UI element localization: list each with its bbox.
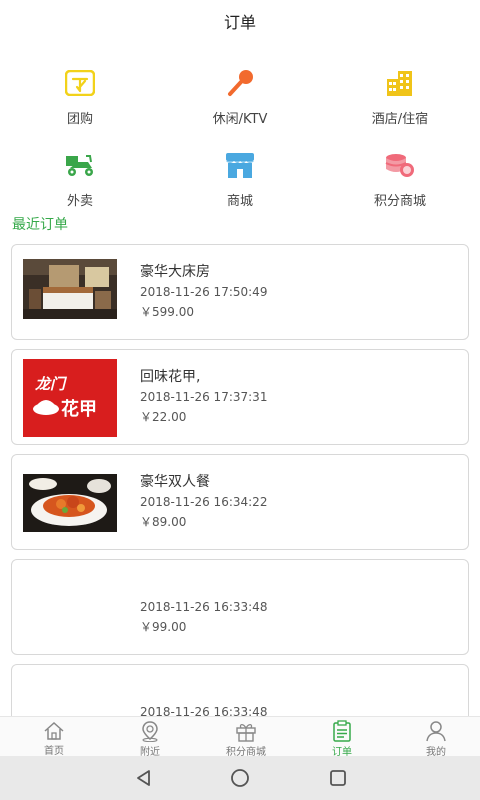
order-name xyxy=(140,576,267,596)
category-label: 休闲/KTV xyxy=(212,112,268,127)
tab-points-mall[interactable]: 积分商城 xyxy=(198,717,294,758)
category-shop[interactable]: 商城 xyxy=(160,148,320,218)
user-icon xyxy=(424,720,448,742)
category-label: 商城 xyxy=(226,194,253,209)
microphone-icon xyxy=(223,66,257,100)
order-name: 豪华双人餐 xyxy=(140,474,210,490)
points-coins-icon xyxy=(383,148,417,182)
category-hotel[interactable]: 酒店/住宿 xyxy=(320,66,480,136)
shop-icon xyxy=(223,148,257,182)
logo-text-bottom: 花甲 xyxy=(61,399,97,420)
category-ktv[interactable]: 休闲/KTV xyxy=(160,66,320,136)
tab-home[interactable]: 首页 xyxy=(6,717,102,757)
tab-nearby[interactable]: 附近 xyxy=(102,717,198,758)
tab-mine[interactable]: 我的 xyxy=(388,717,480,758)
home-circle-icon[interactable] xyxy=(228,766,252,790)
category-delivery[interactable]: 外卖 xyxy=(0,148,160,218)
tab-label: 首页 xyxy=(44,746,64,757)
order-card[interactable]: 豪华大床房 2018-11-26 17:50:49 ￥599.00 xyxy=(11,244,469,340)
category-label: 团购 xyxy=(66,112,93,127)
clipboard-icon xyxy=(330,720,354,742)
order-card[interactable]: 2018-11-26 16:33:48 xyxy=(11,664,469,716)
category-label: 外卖 xyxy=(66,194,93,209)
order-price: ￥99.00 xyxy=(140,620,187,634)
category-points-mall[interactable]: 积分商城 xyxy=(320,148,480,218)
group-buy-icon xyxy=(63,66,97,100)
category-label: 酒店/住宿 xyxy=(371,112,429,127)
order-name xyxy=(140,681,267,701)
order-card[interactable]: 龙门 花甲 回味花甲, 2018-11-26 17:37:31 ￥22.00 xyxy=(11,349,469,445)
back-icon[interactable] xyxy=(132,766,156,790)
order-list[interactable]: 豪华大床房 2018-11-26 17:50:49 ￥599.00 龙门 花甲 … xyxy=(11,244,469,716)
order-time: 2018-11-26 17:50:49 xyxy=(140,285,268,299)
tab-orders[interactable]: 订单 xyxy=(294,717,390,758)
order-time: 2018-11-26 16:34:22 xyxy=(140,495,268,509)
order-time: 2018-11-26 16:33:48 xyxy=(140,705,268,716)
location-icon xyxy=(138,720,162,742)
bottom-tab-bar: 首页 附近 积分商城 订单 我的 xyxy=(0,716,480,758)
order-price: ￥599.00 xyxy=(140,305,194,319)
gift-icon xyxy=(234,720,258,742)
food-plate-photo xyxy=(23,474,117,532)
order-card[interactable]: 2018-11-26 16:33:48 ￥99.00 xyxy=(11,559,469,655)
order-name: 回味花甲, xyxy=(140,369,201,385)
home-icon xyxy=(42,720,66,741)
system-navigation-bar xyxy=(0,756,480,800)
page-title: 订单 xyxy=(223,13,256,32)
section-title-recent-orders: 最近订单 xyxy=(12,217,68,233)
category-label: 积分商城 xyxy=(373,194,426,209)
order-time: 2018-11-26 17:37:31 xyxy=(140,390,268,404)
title-bar: 订单 xyxy=(0,0,480,42)
order-name: 豪华大床房 xyxy=(140,264,210,280)
hotel-room-photo xyxy=(23,259,117,319)
recent-apps-icon[interactable] xyxy=(326,766,350,790)
hotel-buildings-icon xyxy=(383,66,417,100)
category-group-buy[interactable]: 团购 xyxy=(0,66,160,136)
longmen-huajia-logo: 龙门 花甲 xyxy=(23,359,117,437)
delivery-scooter-icon xyxy=(63,148,97,182)
order-time: 2018-11-26 16:33:48 xyxy=(140,600,268,614)
order-price: ￥89.00 xyxy=(140,515,187,529)
logo-text-top: 龙门 xyxy=(35,375,66,393)
order-price: ￥22.00 xyxy=(140,410,187,424)
order-card[interactable]: 豪华双人餐 2018-11-26 16:34:22 ￥89.00 xyxy=(11,454,469,550)
